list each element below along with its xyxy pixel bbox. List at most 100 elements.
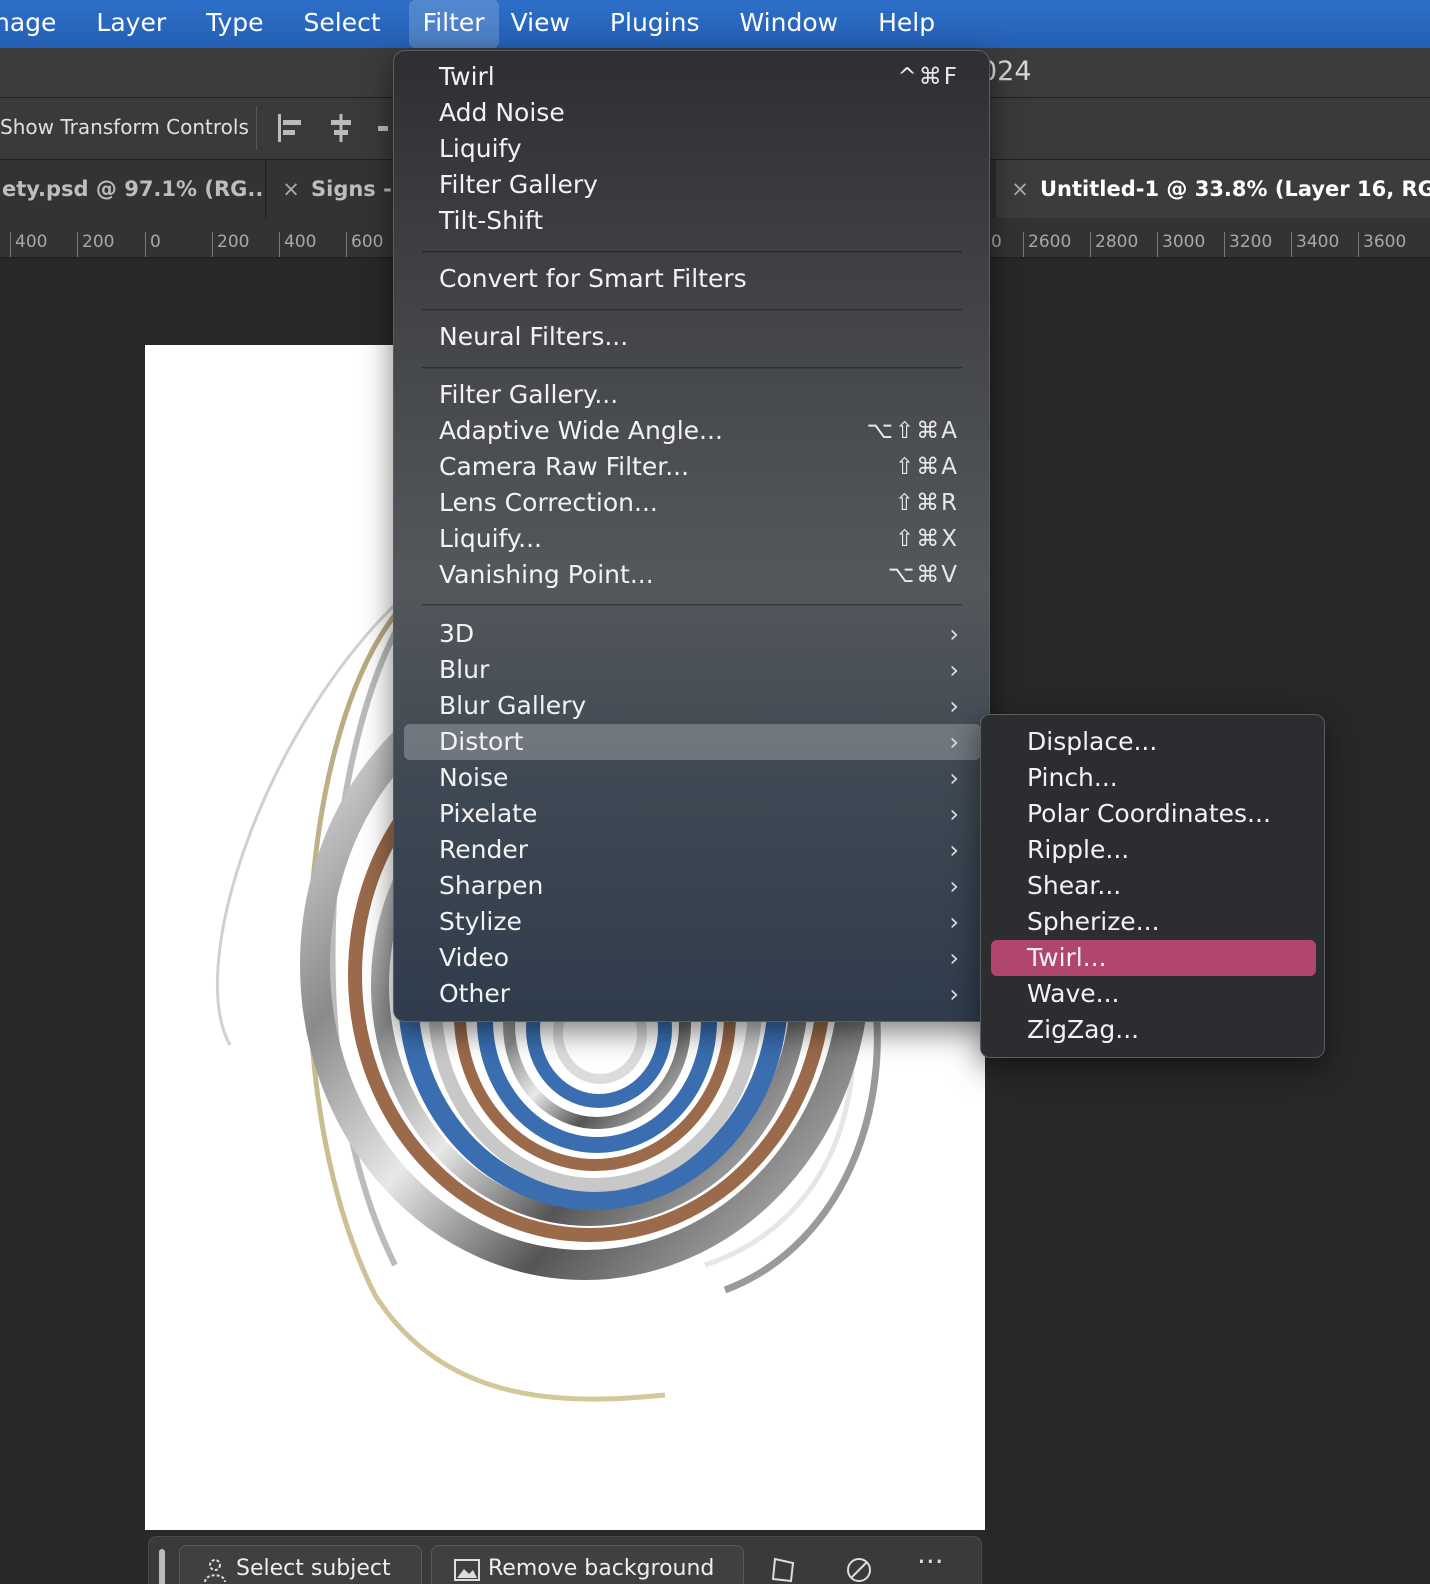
- menu-item-liquify[interactable]: Liquify: [439, 131, 959, 167]
- submenu-item-ripple[interactable]: Ripple...: [1027, 832, 1129, 868]
- menu-item-label: Liquify: [439, 134, 522, 163]
- menu-item-label: Tilt-Shift: [439, 206, 544, 235]
- tab-signs[interactable]: × Signs -: [267, 160, 397, 218]
- menu-item-twirl[interactable]: Twirl ^⌘F: [439, 59, 959, 95]
- menu-item-label: Other: [439, 979, 510, 1008]
- menu-window[interactable]: Window: [739, 0, 878, 48]
- menu-item-neural-filters[interactable]: Neural Filters...: [439, 319, 959, 355]
- chevron-right-icon: ›: [949, 980, 959, 1008]
- menu-item-video[interactable]: Video ›: [439, 940, 959, 976]
- menu-item-sharpen[interactable]: Sharpen ›: [439, 868, 959, 904]
- close-icon[interactable]: ×: [1006, 160, 1034, 218]
- menu-item-camera-raw-filter[interactable]: Camera Raw Filter... ⇧⌘A: [439, 449, 959, 485]
- distort-submenu: Displace... Pinch... Polar Coordinates..…: [980, 714, 1325, 1058]
- submenu-item-polar-coordinates[interactable]: Polar Coordinates...: [1027, 796, 1271, 832]
- shortcut-label: ^⌘F: [897, 64, 959, 90]
- remove-background-button[interactable]: Remove background: [431, 1545, 744, 1584]
- menu-item-label: Sharpen: [439, 871, 544, 900]
- menu-type[interactable]: Type: [206, 0, 303, 48]
- menu-item-blur[interactable]: Blur ›: [439, 652, 959, 688]
- menu-item-noise[interactable]: Noise ›: [439, 760, 959, 796]
- close-icon[interactable]: ×: [277, 160, 305, 218]
- menu-separator: [422, 251, 962, 253]
- tab-untitled-1[interactable]: × Untitled-1 @ 33.8% (Layer 16, RG: [996, 160, 1430, 218]
- menu-item-label: Filter Gallery...: [439, 380, 619, 409]
- submenu-item-wave[interactable]: Wave...: [1027, 976, 1119, 1012]
- submenu-item-shear[interactable]: Shear...: [1027, 868, 1121, 904]
- submenu-item-displace[interactable]: Displace...: [1027, 724, 1157, 760]
- menu-help[interactable]: Help: [878, 0, 951, 48]
- menu-item-3d[interactable]: 3D ›: [439, 616, 959, 652]
- menu-item-add-noise[interactable]: Add Noise: [439, 95, 959, 131]
- select-subject-button[interactable]: Select subject: [179, 1545, 422, 1584]
- submenu-item-zigzag[interactable]: ZigZag...: [1027, 1012, 1139, 1048]
- menu-separator: [422, 309, 962, 311]
- chevron-right-icon: ›: [949, 764, 959, 792]
- menu-item-label: 3D: [439, 619, 475, 648]
- person-select-icon: [204, 1559, 226, 1583]
- tab-label: Signs -: [311, 177, 392, 201]
- menu-item-adaptive-wide-angle[interactable]: Adaptive Wide Angle... ⌥⇧⌘A: [439, 413, 959, 449]
- menu-item-convert-smart-filters[interactable]: Convert for Smart Filters: [439, 261, 959, 297]
- ruler-tick: 400: [279, 232, 316, 257]
- ruler-tick: 0: [145, 232, 161, 257]
- menu-item-label: Filter Gallery: [439, 170, 598, 199]
- menu-plugins[interactable]: Plugins: [610, 0, 740, 48]
- chevron-right-icon: ›: [949, 944, 959, 972]
- adjustment-icon[interactable]: [844, 1555, 874, 1584]
- menu-item-liquify-dialog[interactable]: Liquify... ⇧⌘X: [439, 521, 959, 557]
- chevron-right-icon: ›: [949, 692, 959, 720]
- menu-select[interactable]: Select: [304, 0, 409, 48]
- menu-item-label: Blur Gallery: [439, 691, 587, 720]
- more-options-icon[interactable]: ···: [917, 1545, 944, 1578]
- menu-item-lens-correction[interactable]: Lens Correction... ⇧⌘R: [439, 485, 959, 521]
- options-separator: [256, 106, 257, 150]
- menu-item-tilt-shift[interactable]: Tilt-Shift: [439, 203, 959, 239]
- menu-separator: [422, 367, 962, 369]
- menu-item-vanishing-point[interactable]: Vanishing Point... ⌥⌘V: [439, 557, 959, 593]
- show-transform-controls-label[interactable]: Show Transform Controls: [0, 115, 249, 139]
- contextual-task-bar: Select subject Remove background ···: [148, 1536, 982, 1584]
- tab-safety[interactable]: ety.psd @ 97.1% (RG...: [0, 160, 266, 218]
- ruler-tick: 3000: [1157, 232, 1205, 257]
- menu-item-label: Adaptive Wide Angle...: [439, 416, 723, 445]
- menu-bar: nage Layer Type Select Filter View Plugi…: [0, 0, 1430, 48]
- shortcut-label: ⌥⇧⌘A: [866, 418, 959, 444]
- chevron-right-icon: ›: [949, 656, 959, 684]
- menu-item-render[interactable]: Render ›: [439, 832, 959, 868]
- menu-item-blur-gallery[interactable]: Blur Gallery ›: [439, 688, 959, 724]
- menu-item-label: Blur: [439, 655, 490, 684]
- submenu-item-twirl[interactable]: Twirl...: [1027, 940, 1107, 976]
- transform-icon[interactable]: [769, 1555, 799, 1584]
- menu-filter[interactable]: Filter: [408, 0, 499, 48]
- menu-layer[interactable]: Layer: [96, 0, 206, 48]
- menu-item-label: Lens Correction...: [439, 488, 658, 517]
- drag-handle[interactable]: [159, 1549, 165, 1584]
- menu-item-label: Noise: [439, 763, 509, 792]
- align-center-icon[interactable]: [326, 112, 356, 144]
- menu-item-label: Convert for Smart Filters: [439, 264, 747, 293]
- menu-item-pixelate[interactable]: Pixelate ›: [439, 796, 959, 832]
- menu-item-other[interactable]: Other ›: [439, 976, 959, 1012]
- ruler-tick: 600: [346, 232, 383, 257]
- tab-label: Untitled-1 @ 33.8% (Layer 16, RG: [1040, 177, 1430, 201]
- menu-item-label: Add Noise: [439, 98, 565, 127]
- menu-item-filter-gallery-dialog[interactable]: Filter Gallery...: [439, 377, 959, 413]
- menu-item-stylize[interactable]: Stylize ›: [439, 904, 959, 940]
- shortcut-label: ⇧⌘X: [894, 526, 959, 552]
- menu-item-label: Stylize: [439, 907, 522, 936]
- menu-item-label: Neural Filters...: [439, 322, 629, 351]
- menu-view[interactable]: View: [511, 0, 610, 48]
- menu-item-label: Twirl: [439, 62, 495, 91]
- align-right-icon[interactable]: [376, 112, 390, 144]
- shortcut-label: ⇧⌘R: [894, 490, 959, 516]
- menu-item-distort[interactable]: Distort ›: [439, 724, 959, 760]
- tab-label: ety.psd @ 97.1% (RG...: [2, 177, 266, 201]
- submenu-item-pinch[interactable]: Pinch...: [1027, 760, 1118, 796]
- align-left-icon[interactable]: [276, 112, 306, 144]
- menu-image[interactable]: nage: [0, 0, 96, 48]
- filter-menu: Twirl ^⌘F Add Noise Liquify Filter Galler…: [393, 50, 990, 1022]
- submenu-item-spherize[interactable]: Spherize...: [1027, 904, 1160, 940]
- menu-item-filter-gallery[interactable]: Filter Gallery: [439, 167, 959, 203]
- ruler-tick: 3400: [1291, 232, 1339, 257]
